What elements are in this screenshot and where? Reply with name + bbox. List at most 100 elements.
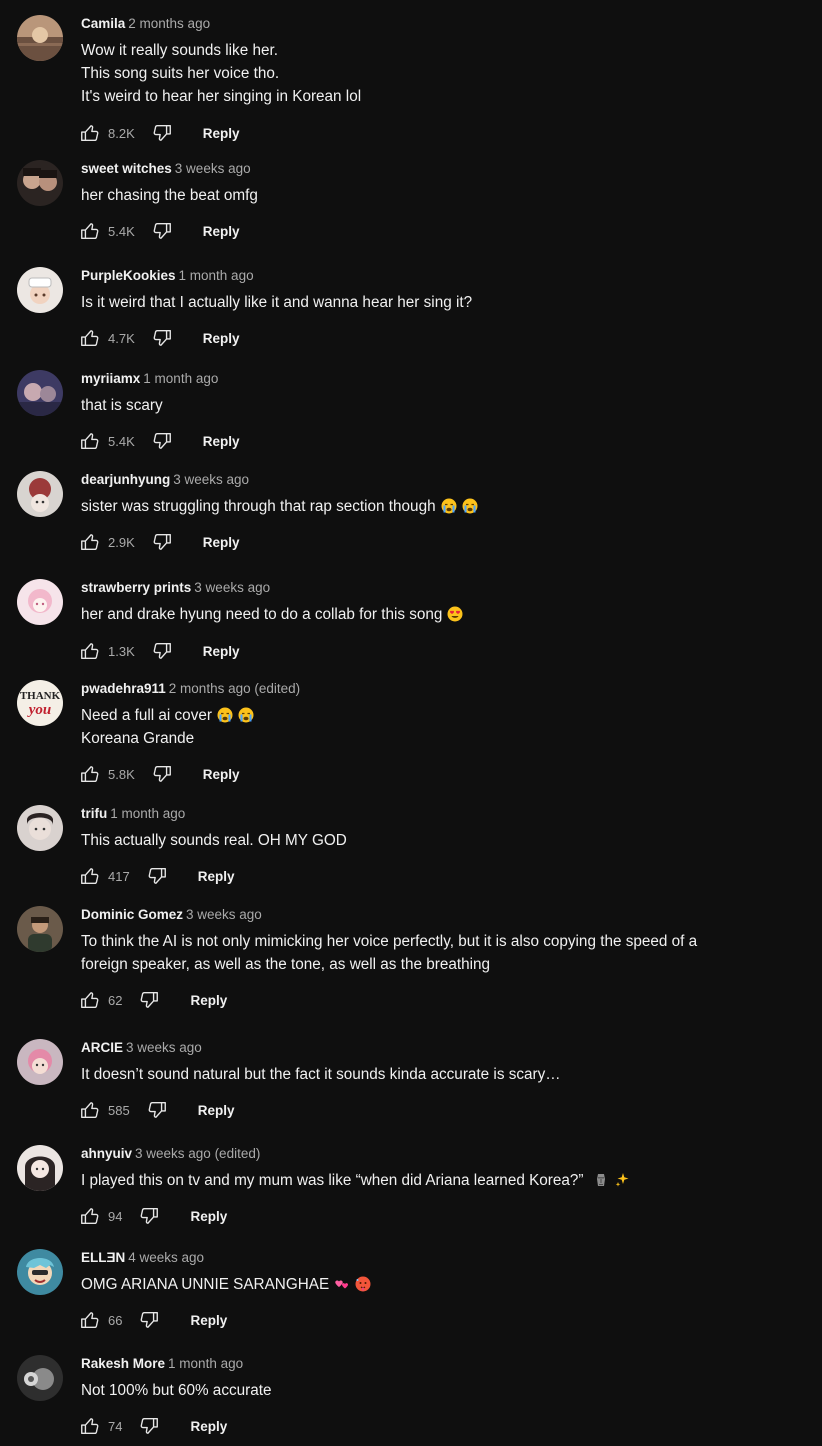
comment-text-line: It doesn’t sound natural but the fact it… [81, 1066, 561, 1083]
like-icon[interactable] [79, 763, 101, 785]
like-icon[interactable] [79, 327, 101, 349]
reply-button[interactable]: Reply [198, 1103, 235, 1118]
comment-author[interactable]: Camila [81, 16, 125, 31]
comment-author[interactable]: Rakesh More [81, 1356, 165, 1371]
comment-author[interactable]: pwadehra911 [81, 681, 166, 696]
dislike-icon[interactable] [151, 640, 173, 662]
comment-text-line: Is it weird that I actually like it and … [81, 294, 473, 311]
comment-text: her chasing the beat omfg [81, 184, 781, 207]
like-count: 1.3K [108, 643, 135, 659]
reply-button[interactable]: Reply [203, 535, 240, 550]
dislike-icon[interactable] [138, 989, 160, 1011]
dislike-icon[interactable] [138, 1205, 160, 1227]
like-icon[interactable] [79, 1099, 101, 1121]
comment-text: that is scary [81, 394, 781, 417]
comment-author[interactable]: PurpleKookies [81, 268, 176, 283]
avatar[interactable] [17, 15, 63, 61]
avatar[interactable] [17, 267, 63, 313]
avatar[interactable] [17, 160, 63, 206]
reply-button[interactable]: Reply [203, 224, 240, 239]
comment-text-content: her and drake hyung need to do a collab … [81, 606, 443, 623]
reply-button[interactable]: Reply [190, 1209, 227, 1224]
dislike-icon[interactable] [151, 327, 173, 349]
avatar[interactable] [17, 471, 63, 517]
comment-author[interactable]: ahnyuiv [81, 1146, 132, 1161]
comment-author[interactable]: ELLƎN [81, 1250, 125, 1265]
dislike-icon[interactable] [151, 122, 173, 144]
comment-timestamp[interactable]: 3 weeks ago [175, 161, 251, 176]
dislike-icon[interactable] [151, 531, 173, 553]
dislike-icon[interactable] [138, 1415, 160, 1437]
reply-button[interactable]: Reply [203, 767, 240, 782]
crying-face-emoji [462, 498, 478, 514]
comment-timestamp[interactable]: 1 month ago [110, 806, 185, 821]
comment-timestamp[interactable]: 3 weeks ago (edited) [135, 1146, 260, 1161]
crying-face-emoji [217, 707, 233, 723]
comment-text: Not 100% but 60% accurate [81, 1379, 781, 1402]
like-icon[interactable] [79, 122, 101, 144]
like-icon[interactable] [79, 1205, 101, 1227]
dislike-icon[interactable] [151, 220, 173, 242]
comment-author[interactable]: strawberry prints [81, 580, 191, 595]
comment-timestamp[interactable]: 1 month ago [168, 1356, 243, 1371]
avatar[interactable] [17, 579, 63, 625]
like-count: 66 [108, 1312, 123, 1328]
dislike-icon[interactable] [146, 1099, 168, 1121]
comment-text-line: This song suits her voice tho. [81, 65, 280, 82]
like-count: 62 [108, 992, 123, 1008]
comment-timestamp[interactable]: 1 month ago [143, 371, 218, 386]
avatar[interactable] [17, 1355, 63, 1401]
comment-timestamp[interactable]: 3 weeks ago [186, 907, 262, 922]
like-icon[interactable] [79, 220, 101, 242]
comment-timestamp[interactable]: 4 weeks ago [128, 1250, 204, 1265]
comment-text: Wow it really sounds like her. This song… [81, 39, 781, 108]
like-icon[interactable] [79, 531, 101, 553]
reply-button[interactable]: Reply [190, 1419, 227, 1434]
reply-button[interactable]: Reply [203, 434, 240, 449]
comment-author[interactable]: trifu [81, 806, 107, 821]
comment-author[interactable]: sweet witches [81, 161, 172, 176]
reply-button[interactable]: Reply [203, 331, 240, 346]
like-icon[interactable] [79, 430, 101, 452]
avatar[interactable] [17, 1039, 63, 1085]
comment-timestamp[interactable]: 1 month ago [179, 268, 254, 283]
comment-author[interactable]: Dominic Gomez [81, 907, 183, 922]
dislike-icon[interactable] [151, 430, 173, 452]
dislike-icon[interactable] [151, 763, 173, 785]
comment-author[interactable]: dearjunhyung [81, 472, 170, 487]
comment-timestamp[interactable]: 2 months ago (edited) [169, 681, 300, 696]
like-icon[interactable] [79, 989, 101, 1011]
like-icon[interactable] [79, 640, 101, 662]
avatar[interactable] [17, 906, 63, 952]
reply-button[interactable]: Reply [203, 644, 240, 659]
comment-text-line: that is scary [81, 397, 163, 414]
like-icon[interactable] [79, 865, 101, 887]
reply-button[interactable]: Reply [198, 869, 235, 884]
avatar[interactable] [17, 1249, 63, 1295]
comment-text: This actually sounds real. OH MY GOD [81, 829, 781, 852]
comment-timestamp[interactable]: 2 months ago [128, 16, 210, 31]
like-icon[interactable] [79, 1309, 101, 1331]
comment-timestamp[interactable]: 3 weeks ago [126, 1040, 202, 1055]
comment-text-content: Need a full ai cover [81, 707, 212, 724]
reply-button[interactable]: Reply [190, 993, 227, 1008]
comment-author[interactable]: ARCIE [81, 1040, 123, 1055]
avatar[interactable]: THANK you [17, 680, 63, 726]
like-count: 417 [108, 868, 130, 884]
avatar[interactable] [17, 1145, 63, 1191]
comment-timestamp[interactable]: 3 weeks ago [194, 580, 270, 595]
like-icon[interactable] [79, 1415, 101, 1437]
comment-text-line: This actually sounds real. OH MY GOD [81, 832, 347, 849]
dislike-icon[interactable] [146, 865, 168, 887]
comment-text: Need a full ai cover Koreana Grande [81, 704, 781, 750]
dislike-icon[interactable] [138, 1309, 160, 1331]
comment-text: sister was struggling through that rap s… [81, 495, 781, 518]
comment-timestamp[interactable]: 3 weeks ago [173, 472, 249, 487]
avatar-you-text: you [27, 702, 52, 718]
comment-text: It doesn’t sound natural but the fact it… [81, 1063, 781, 1086]
comment-author[interactable]: myriiamx [81, 371, 140, 386]
avatar[interactable] [17, 805, 63, 851]
reply-button[interactable]: Reply [203, 126, 240, 141]
avatar[interactable] [17, 370, 63, 416]
reply-button[interactable]: Reply [190, 1313, 227, 1328]
